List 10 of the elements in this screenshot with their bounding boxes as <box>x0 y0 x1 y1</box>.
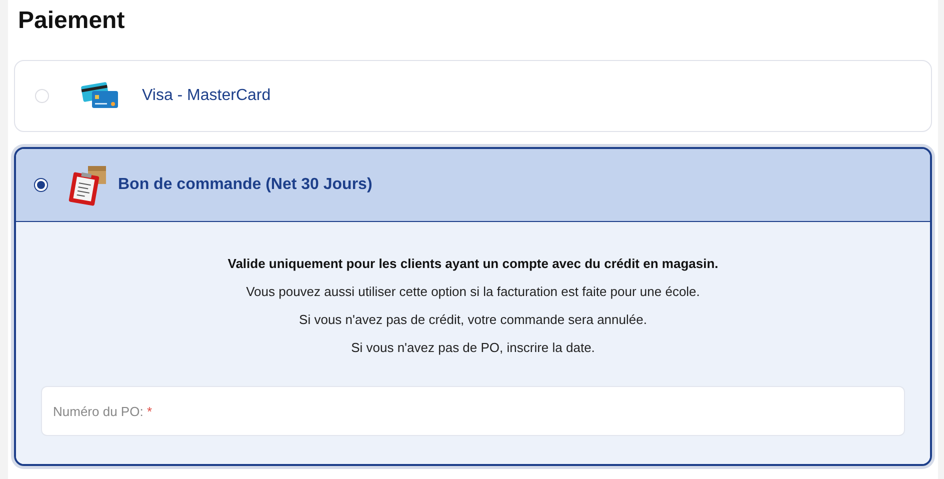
info-text: Si vous n'avez pas de crédit, votre commande sera annulée. <box>298 311 648 328</box>
radio-button[interactable] <box>34 178 48 192</box>
option-label[interactable]: Bon de commande (Net 30 Jours) <box>118 176 372 194</box>
info-text: Vous pouvez aussi utiliser cette option si la facturation est faite pour une école. <box>245 283 701 300</box>
option-label[interactable]: Visa - MasterCard <box>142 87 271 105</box>
clipboard-box-icon <box>68 164 108 206</box>
info-text: Valide uniquement pour les clients ayant un compte avec du crédit en magasin. <box>226 255 720 272</box>
info-text: Si vous n'avez pas de PO, inscrire la date. <box>350 339 596 356</box>
po-number-field[interactable]: Numéro du PO: * <box>41 386 905 436</box>
page-title: Paiement <box>18 6 126 36</box>
